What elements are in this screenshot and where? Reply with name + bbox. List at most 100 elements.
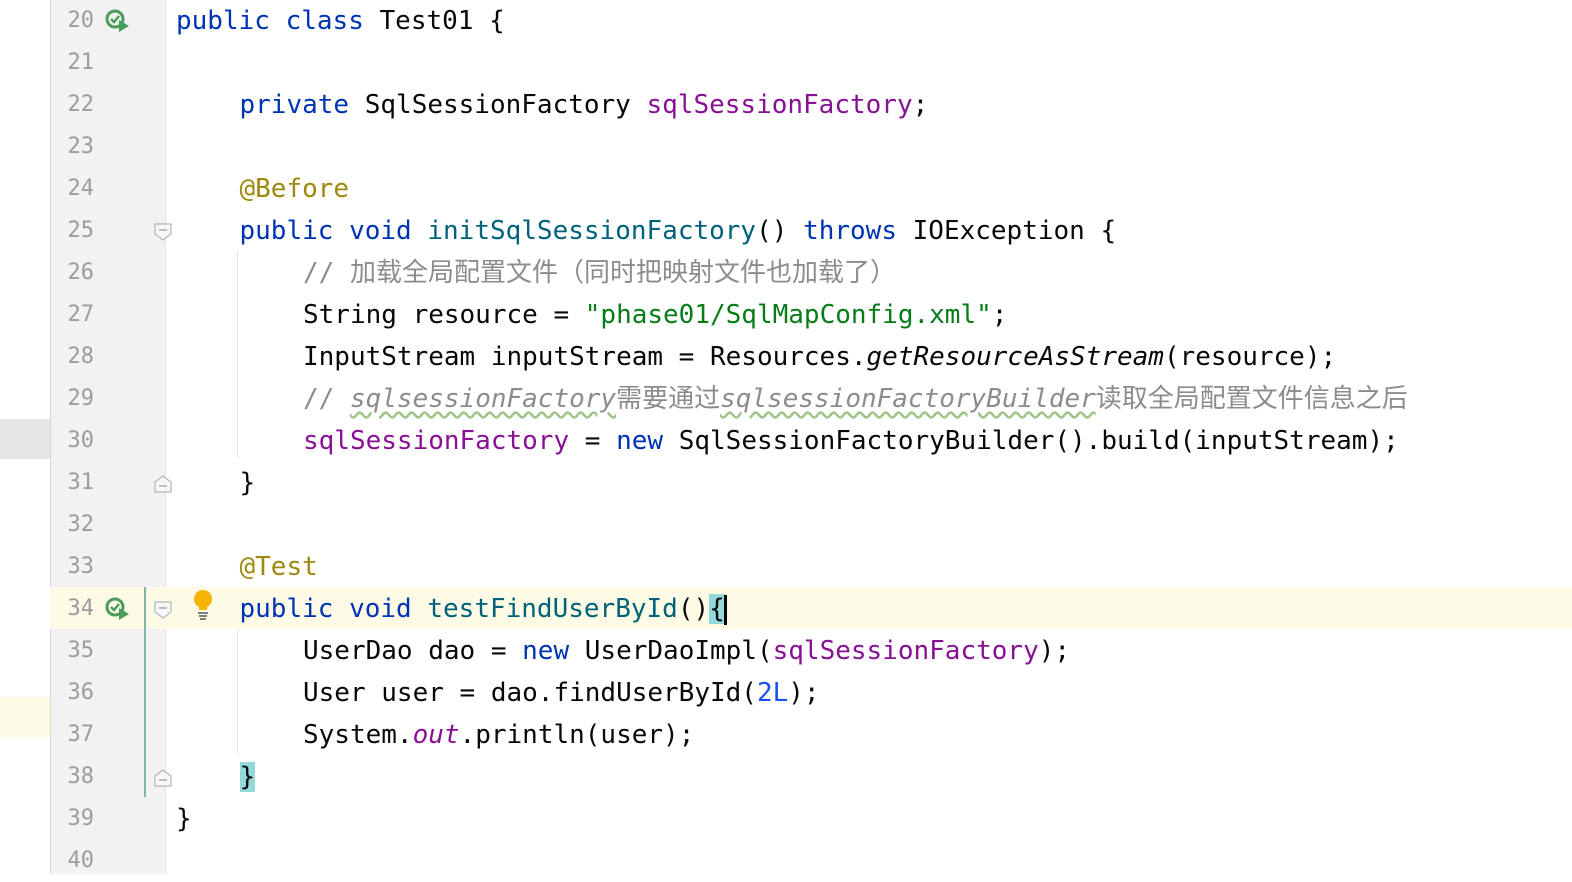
code-text[interactable]: UserDao dao = new UserDaoImpl(sqlSession… (303, 630, 1070, 672)
code-text[interactable]: User user = dao.findUserById(2L); (303, 672, 820, 714)
line-number[interactable]: 32 (50, 504, 95, 546)
line-number[interactable]: 38 (50, 756, 95, 798)
code-token: SqlSessionFactory (349, 90, 647, 120)
code-line[interactable]: 35 UserDao dao = new UserDaoImpl(sqlSessi… (50, 630, 1572, 672)
fold-open-icon[interactable] (154, 222, 172, 242)
code-text[interactable]: @Before (240, 168, 350, 210)
code-line[interactable]: 31} (50, 462, 1572, 504)
code-line[interactable]: 33 @Test (50, 546, 1572, 588)
code-text[interactable]: } (239, 756, 256, 798)
code-text[interactable]: public void initSqlSessionFactory() thro… (240, 210, 1117, 252)
line-number[interactable]: 23 (50, 126, 95, 168)
code-token: class (285, 6, 364, 36)
code-line[interactable]: 29 // sqlsessionFactory需要通过sqlsessionFact… (50, 378, 1572, 420)
code-token: ; (991, 300, 1008, 330)
code-line[interactable]: 25 public void initSqlSessionFactory() th… (50, 210, 1572, 252)
code-token: public (239, 594, 334, 624)
code-line[interactable]: 24 @Before (50, 168, 1572, 210)
fold-close-icon[interactable] (154, 474, 172, 494)
run-test-icon[interactable] (105, 9, 131, 33)
line-number[interactable]: 30 (50, 420, 95, 462)
text-caret (723, 594, 727, 625)
line-number[interactable]: 29 (50, 378, 95, 420)
code-line[interactable]: 36 User user = dao.findUserById(2L); (50, 672, 1572, 714)
fold-close-icon[interactable] (154, 768, 172, 788)
code-token: String resource = (303, 300, 585, 330)
code-token: // 加载全局配置文件（同时把映射文件也加载了） (303, 258, 896, 288)
code-token: UserDao dao = (303, 636, 523, 666)
code-token: } (239, 468, 256, 498)
code-token: throws (803, 216, 897, 246)
code-line[interactable]: 32 (50, 504, 1572, 546)
code-token: sqlsessionFactoryBuilder (720, 384, 1096, 414)
code-token: } (176, 804, 192, 834)
code-line[interactable]: 27 String resource = "phase01/SqlMapConfi… (50, 294, 1572, 336)
line-number[interactable]: 24 (50, 168, 95, 210)
line-number[interactable]: 20 (50, 0, 95, 42)
code-token: InputStream inputStream = Resources. (303, 342, 867, 372)
line-number[interactable]: 34 (50, 588, 95, 630)
code-token: out (412, 720, 460, 750)
strip-marker (0, 697, 50, 737)
code-line[interactable]: 20 public class Test01 { (50, 0, 1572, 42)
line-number[interactable]: 37 (50, 714, 95, 756)
code-line[interactable]: 34 public void testFindUserById(){ (50, 588, 1572, 630)
line-number[interactable]: 40 (50, 840, 95, 882)
code-text[interactable]: System.out.println(user); (303, 714, 694, 756)
code-line[interactable]: 37 System.out.println(user); (50, 714, 1572, 756)
code-text[interactable]: InputStream inputStream = Resources.getR… (303, 336, 1336, 378)
code-token: // (303, 384, 350, 414)
code-text[interactable]: } (176, 798, 192, 840)
code-token: IOException { (896, 216, 1117, 246)
code-line[interactable]: 40 (50, 840, 1572, 882)
code-token: = (569, 426, 617, 456)
line-number[interactable]: 22 (50, 84, 95, 126)
line-number[interactable]: 25 (50, 210, 95, 252)
code-text[interactable]: // 加载全局配置文件（同时把映射文件也加载了） (303, 252, 896, 294)
code-line[interactable]: 39} (50, 798, 1572, 840)
line-number[interactable]: 36 (50, 672, 95, 714)
code-text[interactable]: public class Test01 { (176, 0, 505, 42)
code-token: ); (1038, 636, 1071, 666)
code-token: (resource); (1163, 342, 1337, 372)
code-line[interactable]: 22 private SqlSessionFactory sqlSessionFa… (50, 84, 1572, 126)
lightbulb-icon[interactable] (190, 588, 216, 624)
code-text[interactable]: private SqlSessionFactory sqlSessionFact… (240, 84, 929, 126)
code-token: private (239, 90, 350, 120)
code-line[interactable]: 21 (50, 42, 1572, 84)
line-number[interactable]: 33 (50, 546, 95, 588)
code-token: Test01 { (363, 6, 505, 36)
line-number[interactable]: 21 (50, 42, 95, 84)
code-line[interactable]: 23 (50, 126, 1572, 168)
line-number[interactable]: 26 (50, 252, 95, 294)
code-token: () (677, 594, 710, 624)
code-line[interactable]: 26 // 加载全局配置文件（同时把映射文件也加载了） (50, 252, 1572, 294)
line-number[interactable]: 39 (50, 798, 95, 840)
fold-open-icon[interactable] (154, 600, 172, 620)
line-number[interactable]: 28 (50, 336, 95, 378)
line-number[interactable]: 27 (50, 294, 95, 336)
line-number[interactable]: 35 (50, 630, 95, 672)
code-token: SqlSessionFactoryBuilder().build(inputSt… (663, 426, 1399, 456)
code-token: .println(user); (459, 720, 695, 750)
code-text[interactable]: String resource = "phase01/SqlMapConfig.… (303, 294, 1007, 336)
code-text[interactable]: sqlSessionFactory = new SqlSessionFactor… (303, 420, 1399, 462)
code-text[interactable]: @Test (240, 546, 318, 588)
code-line[interactable]: 38} (50, 756, 1572, 798)
line-number[interactable]: 31 (50, 462, 95, 504)
code-token: void (349, 216, 412, 246)
code-line[interactable]: 28 InputStream inputStream = Resources.ge… (50, 336, 1572, 378)
code-line[interactable]: 30 sqlSessionFactory = new SqlSessionFact… (50, 420, 1572, 462)
code-text[interactable]: } (240, 462, 256, 504)
run-test-icon[interactable] (105, 597, 131, 621)
code-token: UserDaoImpl( (569, 636, 773, 666)
code-text[interactable]: public void testFindUserById(){ (240, 588, 727, 630)
code-editor[interactable]: 20 public class Test01 { 21 22 private SqlSe… (0, 0, 1572, 874)
code-token: ; (912, 90, 929, 120)
code-token: public (239, 216, 334, 246)
code-token: sqlSessionFactory (646, 90, 913, 120)
code-token: () (756, 216, 804, 246)
code-text[interactable]: // sqlsessionFactory需要通过sqlsessionFactor… (303, 378, 1408, 420)
